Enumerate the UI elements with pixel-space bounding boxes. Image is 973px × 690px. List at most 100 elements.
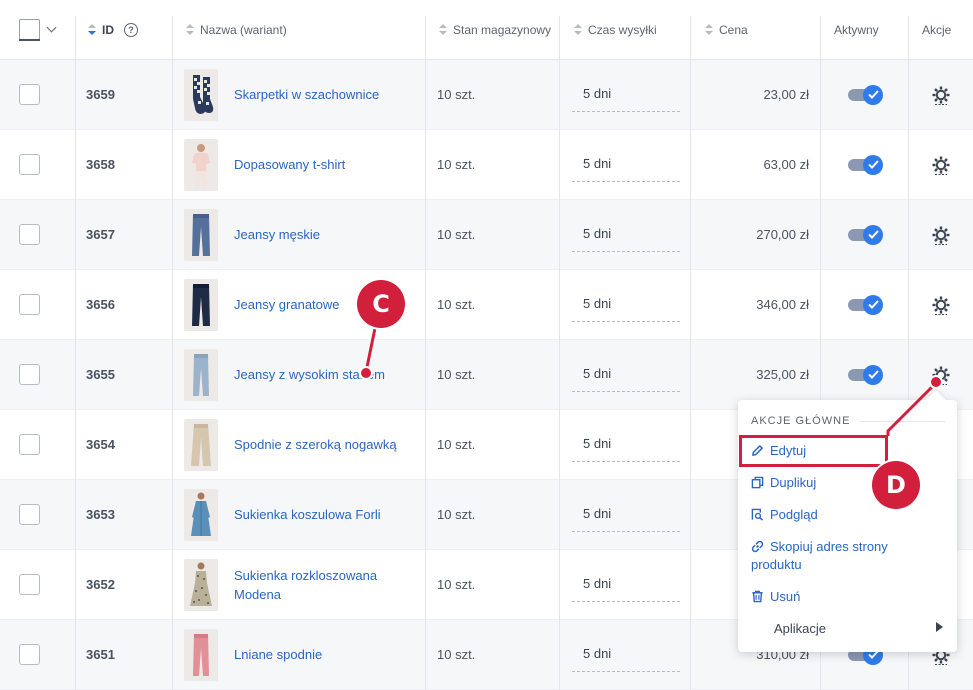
- price-value[interactable]: 63,00 zł: [690, 157, 820, 172]
- sort-icon[interactable]: [439, 23, 447, 36]
- row-checkbox[interactable]: [19, 364, 40, 385]
- price-value[interactable]: 325,00 zł: [690, 367, 820, 382]
- active-toggle[interactable]: [848, 84, 883, 105]
- menu-section-title: AKCJE GŁÓWNE: [751, 415, 945, 427]
- gear-icon[interactable]: [931, 85, 951, 105]
- column-divider: [690, 16, 691, 690]
- col-name-label: Nazwa (wariant): [200, 22, 287, 37]
- menu-item-copy-url[interactable]: Skopiuj adres strony produktu: [751, 538, 888, 574]
- product-name-link[interactable]: Skarpetki w szachownice: [234, 85, 379, 104]
- product-thumbnail[interactable]: [184, 628, 218, 681]
- product-name-link[interactable]: Spodnie z szeroką nogawką: [234, 435, 397, 454]
- column-divider: [559, 16, 560, 690]
- shipping-time-field[interactable]: 5 dni: [572, 506, 680, 532]
- table-row: 3659 Skarpetki w szachownice 10 szt. 5 dni 2…: [0, 60, 973, 130]
- gear-icon[interactable]: [931, 155, 951, 175]
- menu-item-delete[interactable]: Usuń: [751, 588, 800, 606]
- gear-icon[interactable]: [931, 365, 951, 385]
- product-thumbnail[interactable]: [184, 348, 218, 401]
- menu-item-apps[interactable]: Aplikacje: [774, 620, 826, 638]
- row-checkbox[interactable]: [19, 504, 40, 525]
- sort-icon[interactable]: [574, 23, 582, 36]
- product-thumbnail[interactable]: [184, 278, 218, 331]
- table-row: 3656 Jeansy granatowe 10 szt. 5 dni 346,00 z…: [0, 270, 973, 340]
- stock-value: 10 szt.: [437, 437, 476, 452]
- product-name-link[interactable]: Lniane spodnie: [234, 645, 322, 664]
- product-thumbnail[interactable]: [184, 138, 218, 191]
- price-value[interactable]: 346,00 zł: [690, 297, 820, 312]
- shipping-time-field[interactable]: 5 dni: [572, 436, 680, 462]
- col-id-header[interactable]: ID ?: [88, 0, 138, 59]
- col-ship-header[interactable]: Czas wysyłki: [574, 0, 657, 59]
- gear-icon[interactable]: [931, 225, 951, 245]
- row-checkbox[interactable]: [19, 434, 40, 455]
- divider: [860, 420, 945, 422]
- select-all-control[interactable]: [19, 0, 57, 59]
- shipping-time-field[interactable]: 5 dni: [572, 366, 680, 392]
- submenu-arrow-icon[interactable]: [936, 622, 943, 632]
- col-name-header[interactable]: Nazwa (wariant): [186, 0, 287, 59]
- product-name-link[interactable]: Dopasowany t-shirt: [234, 155, 345, 174]
- product-thumbnail[interactable]: [184, 558, 218, 611]
- active-toggle[interactable]: [848, 294, 883, 315]
- row-checkbox[interactable]: [19, 644, 40, 665]
- stock-value: 10 szt.: [437, 507, 476, 522]
- product-name-link[interactable]: Sukienka rozkloszowana Modena: [234, 566, 377, 604]
- shipping-time-field[interactable]: 5 dni: [572, 86, 680, 112]
- product-name: Jeansy granatowe: [234, 297, 340, 312]
- col-actions-header: Akcje: [922, 0, 951, 59]
- shipping-time-field[interactable]: 5 dni: [572, 646, 680, 672]
- copy-icon: [751, 476, 764, 489]
- sort-icon[interactable]: [88, 23, 96, 36]
- callout-badge-c: C: [357, 280, 405, 328]
- col-ship-label: Czas wysyłki: [588, 22, 657, 37]
- product-name: Dopasowany t-shirt: [234, 157, 346, 172]
- menu-item-preview[interactable]: Podgląd: [751, 506, 818, 524]
- stock-value: 10 szt.: [437, 647, 476, 662]
- gear-icon[interactable]: [931, 295, 951, 315]
- product-name-link[interactable]: Jeansy męskie: [234, 225, 320, 244]
- active-toggle[interactable]: [848, 364, 883, 385]
- help-icon[interactable]: ?: [124, 22, 138, 37]
- row-checkbox[interactable]: [19, 294, 40, 315]
- chevron-down-icon[interactable]: [46, 22, 57, 33]
- shipping-time-field[interactable]: 5 dni: [572, 156, 680, 182]
- product-thumbnail[interactable]: [184, 418, 218, 471]
- product-thumbnail[interactable]: [184, 488, 218, 541]
- trash-icon: [752, 590, 763, 603]
- shipping-time-field[interactable]: 5 dni: [572, 296, 680, 322]
- product-thumbnail[interactable]: [184, 68, 218, 121]
- shipping-time-field[interactable]: 5 dni: [572, 576, 680, 602]
- product-id: 3653: [86, 507, 115, 522]
- row-checkbox[interactable]: [19, 574, 40, 595]
- active-toggle[interactable]: [848, 224, 883, 245]
- col-price-label: Cena: [719, 22, 748, 37]
- product-name: Jeansy męskie: [234, 227, 320, 242]
- table-row: 3658 Dopasowany t-shirt 10 szt. 5 dni 63,00 …: [0, 130, 973, 200]
- product-thumbnail[interactable]: [184, 208, 218, 261]
- column-divider: [172, 16, 173, 690]
- product-name-link[interactable]: Sukienka koszulowa Forli: [234, 505, 381, 524]
- copy-url-line-2: produktu: [751, 557, 802, 572]
- price-value[interactable]: 23,00 zł: [690, 87, 820, 102]
- menu-item-duplicate[interactable]: Duplikuj: [751, 474, 816, 492]
- col-price-header[interactable]: Cena: [705, 0, 748, 59]
- product-id: 3657: [86, 227, 115, 242]
- row-checkbox[interactable]: [19, 84, 40, 105]
- select-all-checkbox[interactable]: [19, 19, 40, 41]
- row-checkbox[interactable]: [19, 224, 40, 245]
- col-stock-header[interactable]: Stan magazynowy: [439, 0, 551, 59]
- active-toggle[interactable]: [848, 154, 883, 175]
- product-name-link[interactable]: Jeansy granatowe: [234, 295, 340, 314]
- product-name-link[interactable]: Jeansy z wysokim stanem: [234, 365, 385, 384]
- product-id: 3652: [86, 577, 115, 592]
- shipping-time-field[interactable]: 5 dni: [572, 226, 680, 252]
- col-active-label: Aktywny: [834, 22, 879, 37]
- price-value[interactable]: 270,00 zł: [690, 227, 820, 242]
- product-name: Spodnie z szeroką nogawką: [234, 437, 397, 452]
- product-id: 3654: [86, 437, 115, 452]
- sort-icon[interactable]: [186, 23, 194, 36]
- copy-url-line-1: Skopiuj adres strony: [770, 539, 888, 554]
- sort-icon[interactable]: [705, 23, 713, 36]
- row-checkbox[interactable]: [19, 154, 40, 175]
